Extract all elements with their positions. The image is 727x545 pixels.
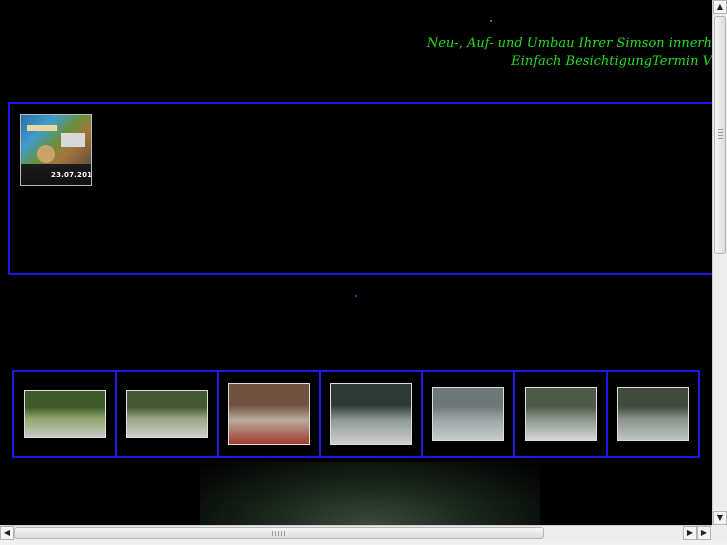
thumbnail-gallery xyxy=(12,370,700,458)
window-bottom-edge xyxy=(0,540,727,545)
vertical-scrollbar[interactable]: ▲ ▼ xyxy=(712,0,727,525)
featured-box: 23.07.2011 xyxy=(8,102,712,275)
tank-photo-3[interactable] xyxy=(617,387,689,441)
decorative-dot xyxy=(355,295,357,297)
thumbnail-cell[interactable] xyxy=(117,372,219,456)
scrollbar-corner xyxy=(712,525,727,540)
forest-background-image xyxy=(200,462,540,525)
tagline: Neu-, Auf- und Umbau Ihrer Simson innerh… xyxy=(112,35,712,71)
scroll-up-button[interactable]: ▲ xyxy=(713,0,727,14)
thumbnail-cell[interactable] xyxy=(423,372,515,456)
thumbnail-cell[interactable] xyxy=(219,372,321,456)
page-viewport: Neu-, Auf- und Umbau Ihrer Simson innerh… xyxy=(0,0,712,525)
scroll-right-end-button[interactable]: ▶ xyxy=(697,526,711,540)
thumbnail-cell[interactable] xyxy=(14,372,117,456)
motorbikes-parked-photo[interactable] xyxy=(330,383,412,445)
poster-date: 23.07.2011 xyxy=(51,171,92,179)
poster-figure xyxy=(37,145,55,163)
group-outdoor-photo[interactable] xyxy=(23,390,106,438)
horizontal-scrollbar[interactable]: ◀ ▶ ▶ xyxy=(0,525,712,540)
tank-photo-1[interactable] xyxy=(432,387,504,441)
thumbnail-cell[interactable] xyxy=(321,372,423,456)
poster-panel xyxy=(61,133,85,147)
tagline-line-1: Neu-, Auf- und Umbau Ihrer Simson innerh xyxy=(426,36,712,51)
mechanic-motorbike-photo[interactable] xyxy=(228,383,310,445)
tank-photo-2[interactable] xyxy=(524,387,597,441)
event-poster-image[interactable]: 23.07.2011 xyxy=(20,114,92,186)
thumbnail-cell[interactable] xyxy=(608,372,698,456)
thumbnail-cell[interactable] xyxy=(515,372,608,456)
scroll-left-button[interactable]: ◀ xyxy=(0,526,14,540)
scroll-down-button[interactable]: ▼ xyxy=(713,511,727,525)
horizontal-scroll-thumb[interactable] xyxy=(14,527,544,539)
poster-banner xyxy=(27,125,57,131)
tagline-line-2: Einfach BesichtigungTermin V xyxy=(511,54,712,69)
vertical-scroll-thumb[interactable] xyxy=(714,16,726,254)
decorative-dot xyxy=(490,20,492,22)
gathering-photo[interactable] xyxy=(126,390,208,438)
scroll-right-button[interactable]: ▶ xyxy=(683,526,697,540)
